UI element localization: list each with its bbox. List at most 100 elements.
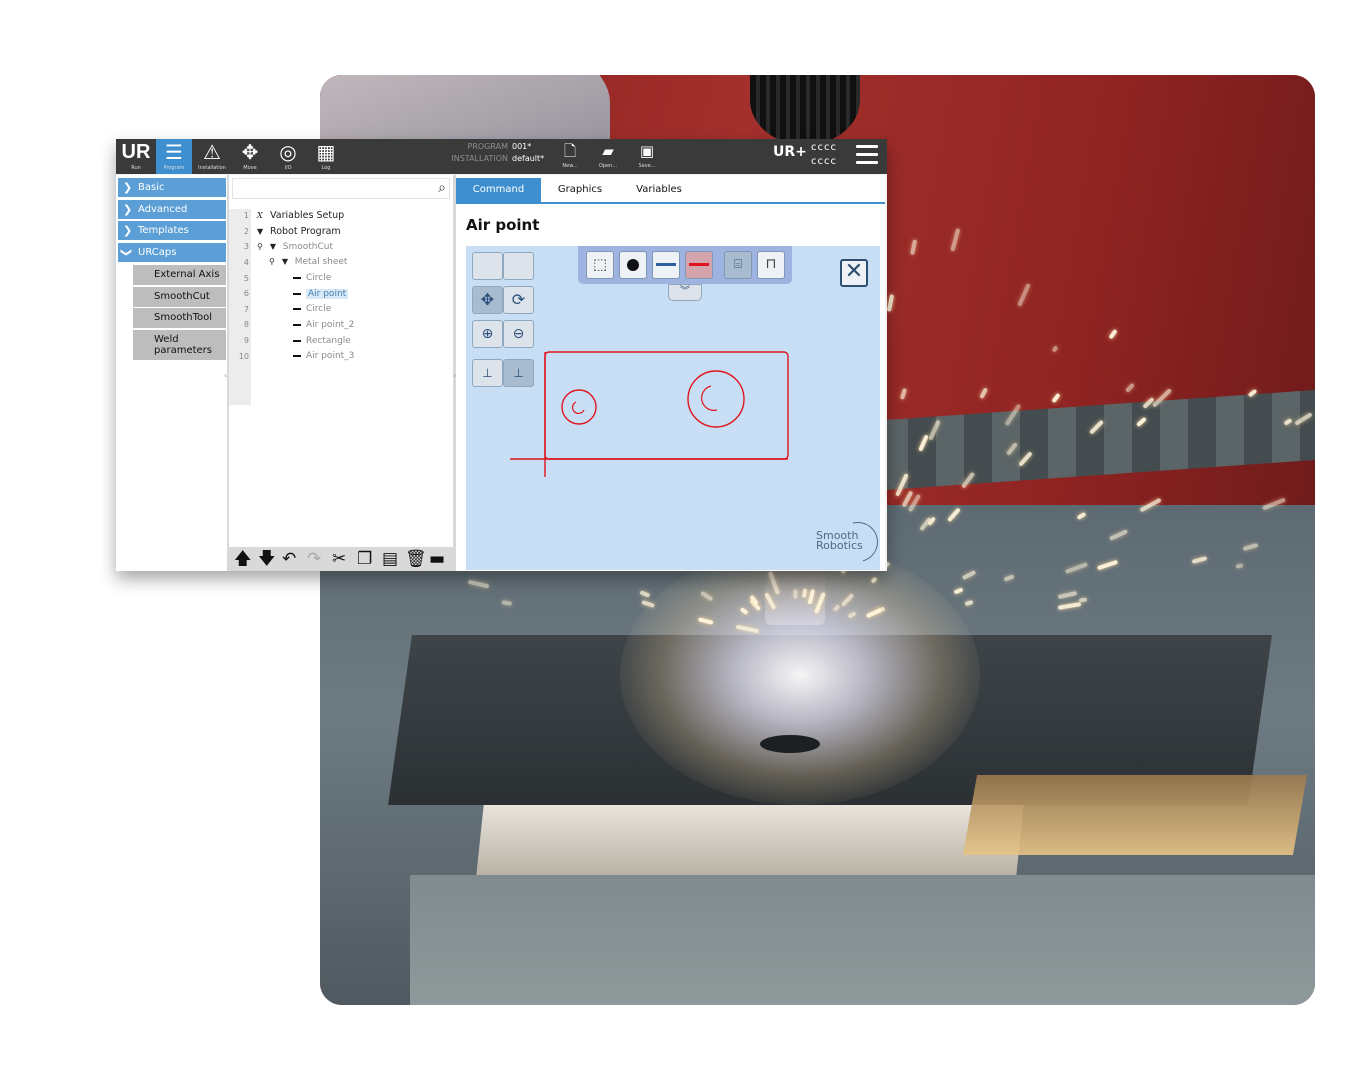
program-tab[interactable]: ☰ Program [156, 139, 192, 174]
installation-label: Installation [198, 165, 226, 171]
io-label: I/O [284, 165, 292, 171]
copy-icon[interactable]: ❐ [357, 550, 372, 568]
circle-path-2 [687, 370, 745, 428]
tree-node-air-point[interactable]: Air point [293, 289, 349, 299]
tree-toolbar: 🡅 🡇 ↶ ↷ ✂ ❐ ▤ 🗑 ▬ [229, 547, 453, 571]
program-value: 001* [512, 142, 532, 151]
new-label: New... [562, 163, 578, 169]
line-number: 1 [243, 211, 249, 220]
variables-icon: X [257, 211, 263, 220]
tree-node-rectangle[interactable]: Rectangle [293, 336, 351, 346]
program-key: PROGRAM [467, 142, 509, 151]
tree-node-smoothcut[interactable]: ⚲ ▼ SmoothCut [257, 242, 333, 252]
tab-underline [456, 202, 885, 204]
nav-external-axis[interactable]: External Axis [133, 265, 226, 285]
suppress-icon[interactable]: ▬ [429, 550, 445, 568]
tree-node-metal-sheet[interactable]: ⚲ ▼ Metal sheet [269, 257, 347, 267]
line-numbers: 1 2 3 4 5 6 7 8 9 10 [229, 209, 251, 405]
rectangle-path [544, 351, 789, 460]
tab-command[interactable]: Command [456, 178, 541, 202]
node-label: SmoothCut [282, 242, 333, 252]
line-number: 9 [243, 336, 249, 345]
nav-weld-parameters[interactable]: Weld parameters [133, 330, 226, 360]
nav-urcaps-label: URCaps [138, 247, 177, 258]
node-label: Air point_2 [306, 320, 355, 330]
header-bar: UR Run ☰ Program ⚠ Installation ✥ Move ◎… [116, 139, 887, 174]
polyscope-window: UR Run ☰ Program ⚠ Installation ✥ Move ◎… [116, 139, 887, 571]
program-keys: PROGRAM INSTALLATION [446, 141, 508, 165]
command-panel: Command Graphics Variables Air point ✥ ⟳… [456, 175, 886, 571]
tab-graphics[interactable]: Graphics [544, 178, 616, 202]
new-file-icon: 🗋 [563, 142, 577, 160]
save-button[interactable]: ▣ Save... [634, 140, 660, 172]
tab-variables[interactable]: Variables [622, 178, 696, 202]
dash-icon [293, 276, 301, 279]
search-icon[interactable]: ⌕ [438, 180, 446, 196]
program-label: Program [163, 165, 185, 171]
line-number: 10 [238, 352, 249, 361]
io-icon: ◎ [279, 140, 297, 164]
node-label: Circle [306, 304, 332, 314]
undo-icon[interactable]: ↶ [282, 550, 296, 568]
cut-icon[interactable]: ✂ [332, 550, 346, 568]
nav-basic[interactable]: ❯ Basic [118, 178, 226, 197]
io-tab[interactable]: ◎ I/O [270, 139, 306, 174]
nav-advanced[interactable]: ❯ Advanced [118, 200, 226, 219]
line-number: 5 [243, 274, 249, 283]
line-number: 7 [243, 305, 249, 314]
search-input[interactable]: ⌕ [232, 178, 450, 199]
program-icon: ☰ [165, 140, 183, 164]
log-icon: ▦ [316, 140, 336, 164]
brand-line-2: Robotics [816, 539, 863, 552]
open-button[interactable]: ▰ Open... [595, 140, 621, 172]
nav-smoothtool[interactable]: SmoothTool [133, 308, 226, 328]
cut-piece [476, 805, 1024, 875]
move-down-icon[interactable]: 🡇 [258, 550, 275, 568]
nav-smoothcut[interactable]: SmoothCut [133, 287, 226, 307]
installation-value: default* [512, 154, 545, 163]
hot-cut-piece [962, 775, 1308, 855]
expand-triangle-icon: ▼ [281, 257, 289, 266]
tree-node-robot-program[interactable]: ▼ Robot Program [257, 226, 341, 237]
move-up-icon[interactable]: 🡅 [234, 550, 251, 568]
node-label: Metal sheet [294, 257, 348, 267]
redo-icon[interactable]: ↷ [307, 550, 321, 568]
move-tab[interactable]: ✥ Move [232, 139, 268, 174]
node-label: Variables Setup [270, 210, 345, 221]
collapse-left-icon[interactable]: ‹ [224, 371, 227, 380]
log-tab[interactable]: ▦ Log [308, 139, 344, 174]
installation-tab[interactable]: ⚠ Installation [194, 139, 230, 174]
delete-icon[interactable]: 🗑 [405, 550, 427, 568]
circle-path-1 [561, 389, 597, 425]
tree-node-air-point-3[interactable]: Air point_3 [293, 351, 354, 361]
dash-icon [293, 307, 301, 310]
tree-node-circle-1[interactable]: Circle [293, 273, 331, 283]
node-label: Robot Program [270, 226, 341, 237]
nav-urcaps[interactable]: ❯ URCaps [118, 243, 226, 262]
chevron-right-icon: ❯ [123, 203, 133, 216]
tree-node-air-point-2[interactable]: Air point_2 [293, 320, 354, 330]
dash-icon [293, 323, 301, 326]
new-button[interactable]: 🗋 New... [557, 140, 583, 172]
path-preview-canvas[interactable]: ✥ ⟳ ⊕ ⊖ ⊥ ⊥ ⬚ ⌸ ⊓ ︾ ✕ Smooth Robotics [466, 246, 886, 570]
status-line-2: cccc [811, 156, 837, 167]
program-tree: ⌕ 1 2 3 4 5 6 7 8 9 10 X Variables Setup… [229, 175, 453, 547]
chevron-right-icon: ❯ [123, 224, 133, 237]
hamburger-menu-icon[interactable] [856, 145, 878, 165]
run-tab[interactable]: UR Run [118, 139, 154, 174]
node-label: Rectangle [306, 336, 351, 346]
cut-hole [760, 735, 820, 753]
expand-triangle-icon: ▼ [257, 227, 264, 236]
tree-node-circle-2[interactable]: Circle [293, 304, 331, 314]
nav-templates[interactable]: ❯ Templates [118, 221, 226, 240]
air-move-arc-1 [572, 401, 585, 414]
pin-icon: ⚲ [257, 242, 263, 251]
program-values: 001* default* [512, 141, 544, 165]
ur-plus-button[interactable]: UR+ [773, 144, 807, 164]
smooth-robotics-logo: Smooth Robotics [816, 530, 863, 552]
node-label: Air point_3 [306, 351, 355, 361]
nav-basic-label: Basic [138, 182, 165, 193]
paste-icon[interactable]: ▤ [382, 550, 398, 568]
line-number: 6 [243, 289, 249, 298]
tree-node-variables-setup[interactable]: X Variables Setup [257, 210, 344, 221]
